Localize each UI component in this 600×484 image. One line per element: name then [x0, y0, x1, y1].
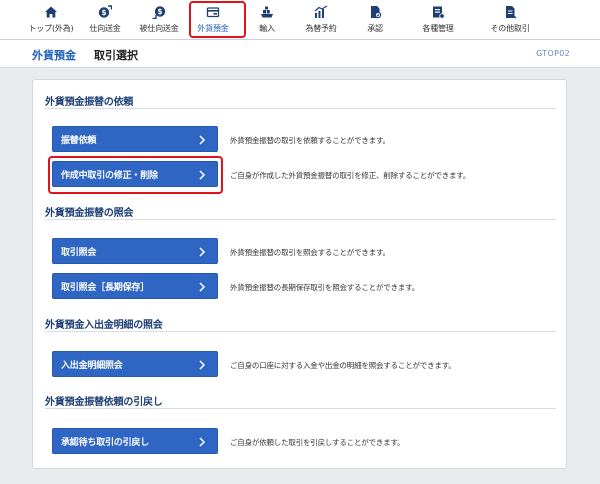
- section-divider: [45, 408, 556, 409]
- section-divider: [45, 108, 556, 109]
- section-title: 外貨預金振替依頼の引戻し: [45, 397, 163, 408]
- nav-item-remittance-in[interactable]: $ 被仕向送金: [132, 0, 186, 40]
- button-label: 取引照会: [61, 247, 97, 258]
- deposit-withdrawal-detail-button[interactable]: 入出金明細照会: [52, 351, 218, 377]
- nav-item-other-transactions[interactable]: その他取引: [474, 0, 546, 40]
- chevron-right-icon: [199, 360, 206, 370]
- exchange-contract-icon: [314, 5, 328, 18]
- nav-item-management[interactable]: 各種管理: [402, 0, 474, 40]
- nav-label: 輸入: [259, 24, 275, 33]
- button-label: 取引照会［長期保存］: [61, 282, 150, 293]
- button-label: 振替依頼: [61, 135, 97, 146]
- screen-id: GTOP02: [536, 49, 570, 58]
- action-description: 外貨預金振替の取引を依頼することができます。: [230, 136, 390, 145]
- nav-label: その他取引: [490, 24, 530, 33]
- active-tab-highlight: [189, 1, 246, 38]
- nav-label: 為替予約: [305, 24, 337, 33]
- nav-label: 各種管理: [422, 24, 454, 33]
- section-title: 外貨預金振替の照会: [45, 208, 134, 219]
- import-icon: [261, 6, 273, 18]
- button-label: 承認待ち取引の引戻し: [61, 437, 150, 448]
- chevron-right-icon: [199, 437, 206, 447]
- action-description: ご自身が依頼した取引を引戻しすることができます。: [230, 438, 405, 447]
- action-description: 外貨預金振替の長期保存取引を照会することができます。: [230, 283, 420, 292]
- button-highlight-frame: [48, 156, 223, 194]
- nav-label: トップ(外為): [28, 24, 74, 33]
- top-navigation: トップ(外為) $ 仕向送金 $ 被仕向送金 外貨預金 輸入 為替予約 承認 各…: [0, 0, 600, 40]
- approval-icon: [371, 6, 382, 19]
- breadcrumb-section: 外貨預金: [32, 49, 76, 62]
- nav-item-import[interactable]: 輸入: [240, 0, 294, 40]
- transaction-menu-card: 外貨預金振替の依頼 振替依頼 外貨預金振替の取引を依頼することができます。 作成…: [32, 79, 567, 469]
- page-title: 取引選択: [94, 49, 138, 62]
- nav-item-approval[interactable]: 承認: [348, 0, 402, 40]
- page-header: 外貨預金 取引選択 GTOP02: [0, 40, 600, 68]
- action-description: ご自身の口座に対する入金や出金の明細を照会することができます。: [230, 361, 456, 370]
- nav-label: 承認: [367, 24, 383, 33]
- nav-label: 被仕向送金: [139, 24, 179, 33]
- action-description: ご自身が作成した外貨預金振替の取引を修正、削除することができます。: [230, 171, 471, 180]
- home-icon: [45, 6, 57, 18]
- management-icon: [433, 6, 445, 19]
- action-description: 外貨預金振替の取引を照会することができます。: [230, 248, 390, 257]
- transfer-request-button[interactable]: 振替依頼: [52, 126, 218, 152]
- chevron-right-icon: [199, 247, 206, 257]
- nav-item-top[interactable]: トップ(外為): [24, 0, 78, 40]
- section-divider: [45, 219, 556, 220]
- remittance-out-icon: $: [98, 5, 112, 18]
- nav-item-exchange-contract[interactable]: 為替予約: [294, 0, 348, 40]
- recall-pending-approval-button[interactable]: 承認待ち取引の引戻し: [52, 428, 218, 454]
- nav-label: 仕向送金: [89, 24, 121, 33]
- long-term-inquiry-button[interactable]: 取引照会［長期保存］: [52, 273, 218, 299]
- nav-item-remittance-out[interactable]: $ 仕向送金: [78, 0, 132, 40]
- section-title: 外貨預金入出金明細の照会: [45, 320, 163, 331]
- other-transactions-icon: [506, 6, 517, 19]
- section-divider: [45, 331, 556, 332]
- section-title: 外貨預金振替の依頼: [45, 97, 134, 108]
- svg-text:$: $: [101, 8, 106, 17]
- button-label: 入出金明細照会: [61, 360, 123, 371]
- remittance-in-icon: $: [152, 6, 166, 19]
- chevron-right-icon: [199, 135, 206, 145]
- chevron-right-icon: [199, 282, 206, 292]
- transaction-inquiry-button[interactable]: 取引照会: [52, 238, 218, 264]
- svg-text:$: $: [157, 7, 162, 16]
